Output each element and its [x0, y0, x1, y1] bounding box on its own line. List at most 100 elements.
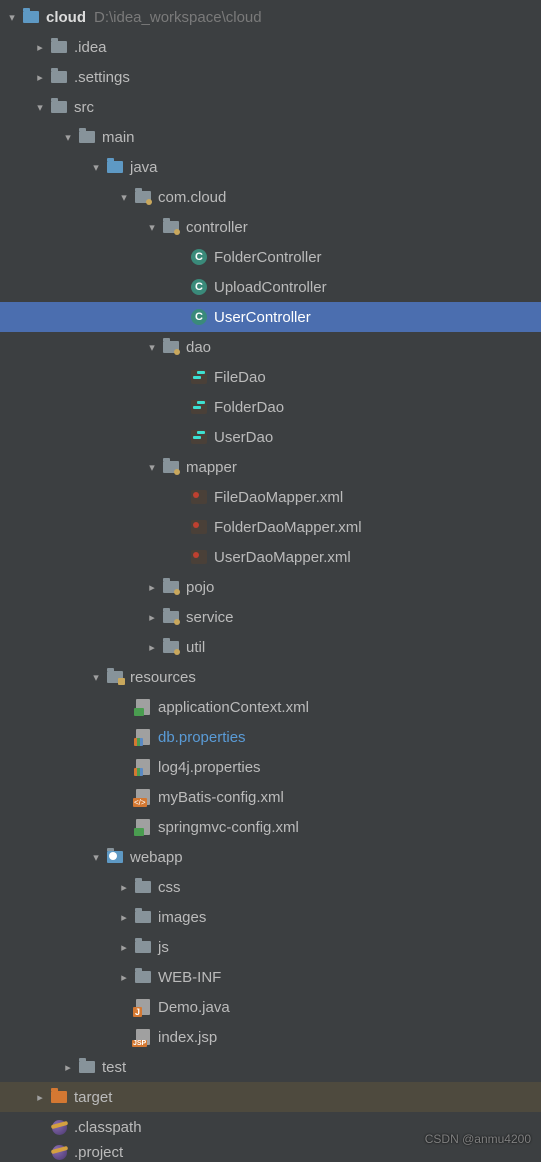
spring-xml-icon [134, 818, 152, 836]
interface-icon [190, 428, 208, 446]
tree-row[interactable]: ▸ service [0, 602, 541, 632]
tree-row[interactable]: ▸ Demo.java [0, 992, 541, 1022]
folder-icon [134, 968, 152, 986]
chevron-down-icon[interactable]: ▾ [144, 341, 160, 354]
chevron-right-icon[interactable]: ▸ [116, 971, 132, 984]
tree-row[interactable]: ▸ FolderDao [0, 392, 541, 422]
tree-row[interactable]: ▸ pojo [0, 572, 541, 602]
source-folder-icon [106, 158, 124, 176]
tree-row[interactable]: ▾ main [0, 122, 541, 152]
folder-icon [134, 908, 152, 926]
tree-row-root[interactable]: ▾ cloud D:\idea_workspace\cloud [0, 2, 541, 32]
folder-icon [134, 938, 152, 956]
eclipse-file-icon [50, 1143, 68, 1161]
chevron-down-icon[interactable]: ▾ [4, 11, 20, 24]
tree-row[interactable]: ▸ FileDaoMapper.xml [0, 482, 541, 512]
tree-row[interactable]: ▸ js [0, 932, 541, 962]
tree-row[interactable]: ▸ log4j.properties [0, 752, 541, 782]
package-icon [162, 338, 180, 356]
chevron-right-icon[interactable]: ▸ [32, 71, 48, 84]
tree-row[interactable]: ▸ util [0, 632, 541, 662]
chevron-down-icon[interactable]: ▾ [88, 671, 104, 684]
tree-row[interactable]: ▸ .idea [0, 32, 541, 62]
class-icon: C [190, 248, 208, 266]
excluded-folder-icon [50, 1088, 68, 1106]
tree-row[interactable]: ▸ UserDaoMapper.xml [0, 542, 541, 572]
chevron-down-icon[interactable]: ▾ [88, 161, 104, 174]
tree-row[interactable]: ▸ FileDao [0, 362, 541, 392]
tree-row[interactable]: ▸ images [0, 902, 541, 932]
package-icon [134, 188, 152, 206]
tree-row[interactable]: ▸ C UploadController [0, 272, 541, 302]
properties-icon [134, 728, 152, 746]
tree-row[interactable]: ▾ resources [0, 662, 541, 692]
eclipse-file-icon [50, 1118, 68, 1136]
tree-row[interactable]: ▾ mapper [0, 452, 541, 482]
module-folder-icon [22, 8, 40, 26]
package-icon [162, 458, 180, 476]
package-icon [162, 578, 180, 596]
project-tree[interactable]: ▾ cloud D:\idea_workspace\cloud ▸ .idea … [0, 0, 541, 1162]
chevron-down-icon[interactable]: ▾ [60, 131, 76, 144]
package-icon [162, 638, 180, 656]
tree-row[interactable]: ▸ FolderDaoMapper.xml [0, 512, 541, 542]
folder-icon [78, 1058, 96, 1076]
interface-icon [190, 368, 208, 386]
chevron-down-icon[interactable]: ▾ [88, 851, 104, 864]
tree-row[interactable]: ▸ UserDao [0, 422, 541, 452]
tree-row[interactable]: ▾ webapp [0, 842, 541, 872]
spring-xml-icon [134, 698, 152, 716]
chevron-right-icon[interactable]: ▸ [144, 641, 160, 654]
chevron-right-icon[interactable]: ▸ [32, 41, 48, 54]
tree-row[interactable]: ▸ index.jsp [0, 1022, 541, 1052]
tree-row[interactable]: ▾ com.cloud [0, 182, 541, 212]
folder-icon [50, 38, 68, 56]
tree-row[interactable]: ▸ myBatis-config.xml [0, 782, 541, 812]
package-icon [162, 608, 180, 626]
resources-folder-icon [106, 668, 124, 686]
tree-row[interactable]: ▾ java [0, 152, 541, 182]
root-name: cloud [46, 9, 86, 26]
folder-icon [134, 878, 152, 896]
tree-row[interactable]: ▸ WEB-INF [0, 962, 541, 992]
tree-row[interactable]: ▾ src [0, 92, 541, 122]
chevron-right-icon[interactable]: ▸ [32, 1091, 48, 1104]
chevron-right-icon[interactable]: ▸ [144, 581, 160, 594]
xml-mapper-icon [190, 548, 208, 566]
xml-icon [134, 788, 152, 806]
package-icon [162, 218, 180, 236]
tree-row[interactable]: ▾ dao [0, 332, 541, 362]
chevron-right-icon[interactable]: ▸ [116, 941, 132, 954]
tree-row[interactable]: ▸ css [0, 872, 541, 902]
folder-icon [50, 98, 68, 116]
tree-row[interactable]: ▸ test [0, 1052, 541, 1082]
class-icon: C [190, 278, 208, 296]
xml-mapper-icon [190, 518, 208, 536]
chevron-right-icon[interactable]: ▸ [144, 611, 160, 624]
tree-row[interactable]: ▸ C FolderController [0, 242, 541, 272]
jsp-file-icon [134, 1028, 152, 1046]
tree-row[interactable]: ▾ controller [0, 212, 541, 242]
tree-row[interactable]: ▸ applicationContext.xml [0, 692, 541, 722]
tree-row[interactable]: ▸ target [0, 1082, 541, 1112]
class-icon: C [190, 308, 208, 326]
chevron-down-icon[interactable]: ▾ [116, 191, 132, 204]
tree-row-selected[interactable]: ▸ C UserController [0, 302, 541, 332]
folder-icon [50, 68, 68, 86]
chevron-right-icon[interactable]: ▸ [116, 881, 132, 894]
tree-row[interactable]: ▸ springmvc-config.xml [0, 812, 541, 842]
interface-icon [190, 398, 208, 416]
chevron-down-icon[interactable]: ▾ [144, 461, 160, 474]
tree-row[interactable]: ▸ db.properties [0, 722, 541, 752]
chevron-down-icon[interactable]: ▾ [144, 221, 160, 234]
root-path: D:\idea_workspace\cloud [94, 9, 262, 26]
xml-mapper-icon [190, 488, 208, 506]
web-folder-icon [106, 848, 124, 866]
folder-icon [78, 128, 96, 146]
java-file-icon [134, 998, 152, 1016]
chevron-right-icon[interactable]: ▸ [60, 1061, 76, 1074]
tree-row[interactable]: ▸ .settings [0, 62, 541, 92]
chevron-right-icon[interactable]: ▸ [116, 911, 132, 924]
chevron-down-icon[interactable]: ▾ [32, 101, 48, 114]
properties-icon [134, 758, 152, 776]
